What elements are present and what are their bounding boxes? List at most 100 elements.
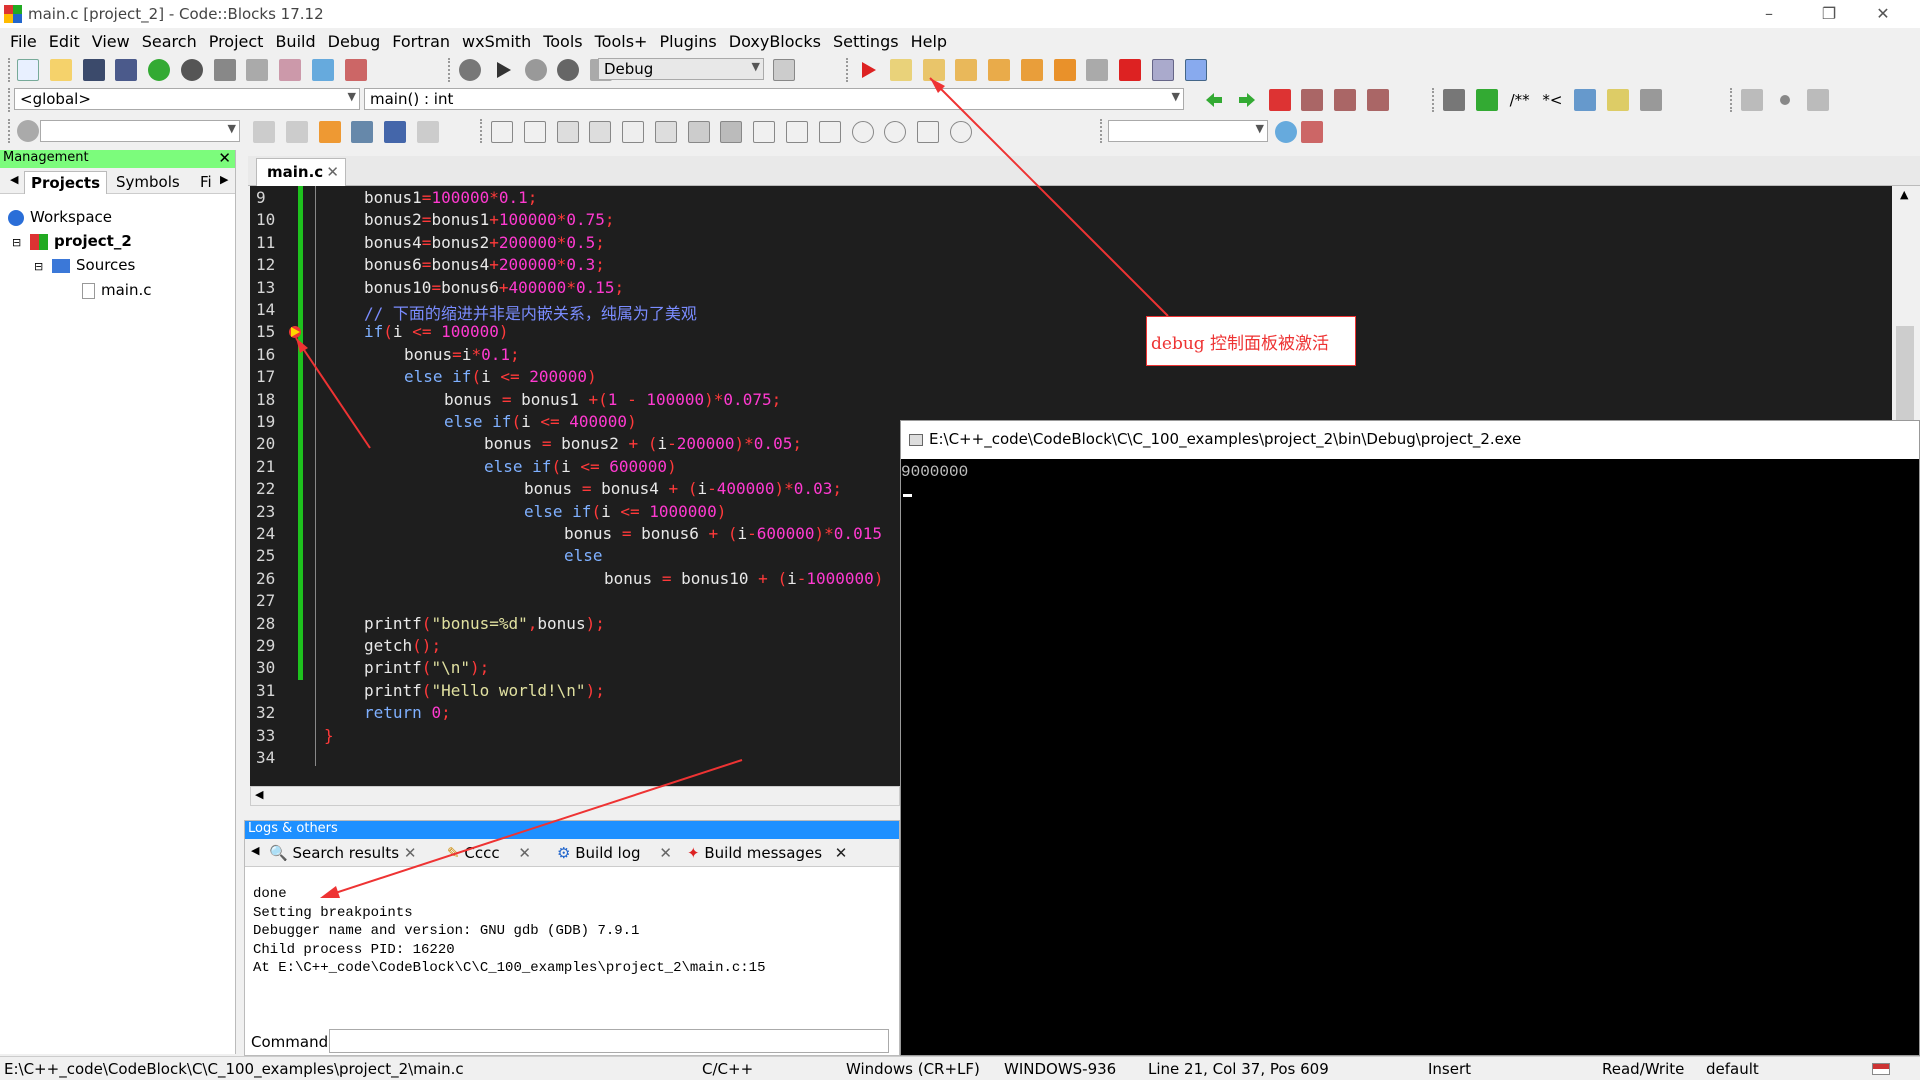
save-all-icon[interactable] <box>115 59 138 81</box>
back-icon[interactable] <box>1203 89 1225 111</box>
close-icon[interactable]: ✕ <box>835 844 848 862</box>
menu-project[interactable]: Project <box>203 28 270 54</box>
copy-icon[interactable] <box>246 59 269 81</box>
menu-view[interactable]: View <box>86 28 136 54</box>
code-line[interactable]: bonus = bonus6 + (i-600000)*0.015 <box>564 524 882 543</box>
menu-doxyblocks[interactable]: DoxyBlocks <box>723 28 827 54</box>
next-line-icon[interactable] <box>922 59 945 81</box>
tree-project[interactable]: ⊟ project_2 <box>12 230 132 252</box>
next-instruction-icon[interactable] <box>1020 59 1043 81</box>
toolbar-grip[interactable] <box>8 58 12 82</box>
line-number[interactable]: 19 <box>256 412 275 431</box>
toolbar-grip[interactable] <box>1100 119 1104 143</box>
debug-info-icon[interactable] <box>1184 59 1207 81</box>
incremental-search-input[interactable]: ▼ <box>40 120 240 142</box>
wx-s-icon[interactable] <box>917 121 940 143</box>
wx-align-bottom-icon[interactable] <box>687 121 710 143</box>
debug-windows-icon[interactable] <box>1152 59 1175 81</box>
editor-vscrollbar[interactable]: ▲ <box>1892 186 1920 426</box>
line-number[interactable]: 26 <box>256 569 275 588</box>
line-number[interactable]: 16 <box>256 345 275 364</box>
line-number[interactable]: 20 <box>256 434 275 453</box>
scroll-left-icon[interactable]: ◀ <box>255 788 263 801</box>
run-to-cursor-icon[interactable] <box>889 59 912 81</box>
forward-icon[interactable] <box>1236 89 1258 111</box>
undo-icon[interactable] <box>148 59 171 81</box>
clear-search-icon[interactable] <box>17 120 39 142</box>
code-line[interactable]: bonus2=bonus1+100000*0.75; <box>364 210 614 229</box>
wx-border-left-icon[interactable] <box>753 121 776 143</box>
menu-edit[interactable]: Edit <box>43 28 86 54</box>
line-number[interactable]: 12 <box>256 255 275 274</box>
jump-next-icon[interactable] <box>1806 89 1829 111</box>
toolbar-grip[interactable] <box>8 119 12 143</box>
zoom-out-icon[interactable] <box>884 121 907 143</box>
search-next-icon[interactable] <box>285 121 308 143</box>
line-number[interactable]: 31 <box>256 681 275 700</box>
tab-projects[interactable]: Projects <box>24 171 108 194</box>
pointer-icon[interactable] <box>491 121 513 143</box>
menu-tools[interactable]: Tools <box>537 28 588 54</box>
doxywizard-icon[interactable] <box>1443 89 1465 111</box>
line-number[interactable]: 33 <box>256 726 275 745</box>
line-number[interactable]: 23 <box>256 502 275 521</box>
doxy-prefs-icon[interactable] <box>1639 89 1662 111</box>
code-line[interactable]: printf("bonus=%d",bonus); <box>364 614 605 633</box>
toggle-bookmark-icon[interactable] <box>1268 89 1291 111</box>
function-select[interactable]: main() : int ▼ <box>364 88 1184 110</box>
tab-build-messages[interactable]: ✦ Build messages ✕ <box>683 843 851 865</box>
debug-continue-icon[interactable] <box>857 59 879 81</box>
stop-debugger-icon[interactable] <box>1119 59 1142 81</box>
code-line[interactable]: bonus10=bonus6+400000*0.15; <box>364 278 624 297</box>
line-number[interactable]: 15 <box>256 322 275 341</box>
restore-button[interactable]: ❐ <box>1806 2 1852 26</box>
close-window-button[interactable]: ✕ <box>1860 2 1906 26</box>
line-number[interactable]: 34 <box>256 748 275 767</box>
scope-select[interactable]: <global> ▼ <box>14 88 360 110</box>
new-file-icon[interactable] <box>17 59 39 81</box>
menu-tools-plus[interactable]: Tools+ <box>589 28 654 54</box>
pause-icon[interactable] <box>1086 59 1109 81</box>
breakpoint-cursor-icon[interactable] <box>288 324 302 343</box>
code-line[interactable]: else if(i <= 400000) <box>444 412 637 431</box>
line-number-gutter[interactable]: 9 10 11 12 13 14 15 16 17 18 19 20 21 22 23 24 25 26 27 28 2… <box>250 186 298 786</box>
toolbar-grip[interactable] <box>480 119 484 143</box>
jump-home-icon[interactable] <box>1774 89 1796 111</box>
save-icon[interactable] <box>82 59 105 81</box>
toolbar-grip[interactable] <box>1730 88 1734 112</box>
tab-scroll-left-icon[interactable]: ◀ <box>247 843 263 865</box>
code-line[interactable]: bonus1=100000*0.1; <box>364 188 537 207</box>
minimize-button[interactable]: – <box>1746 2 1792 26</box>
scroll-up-icon[interactable]: ▲ <box>1900 188 1908 201</box>
line-number[interactable]: 22 <box>256 479 275 498</box>
menu-fortran[interactable]: Fortran <box>386 28 456 54</box>
step-out-icon[interactable] <box>988 59 1011 81</box>
tab-search-results[interactable]: 🔍 Search results ✕ <box>265 843 420 865</box>
code-line[interactable]: if(i <= 100000) <box>364 322 509 341</box>
line-number[interactable]: 11 <box>256 233 275 252</box>
console-window[interactable]: E:\C++_code\CodeBlock\C\C_100_examples\p… <box>900 420 1920 1056</box>
menu-settings[interactable]: Settings <box>827 28 905 54</box>
code-line[interactable]: printf("Hello world!\n"); <box>364 681 605 700</box>
clear-bookmarks-icon[interactable] <box>1366 89 1389 111</box>
replace-icon[interactable] <box>344 59 367 81</box>
jump-back-icon[interactable] <box>1741 89 1763 111</box>
editor-hscrollbar[interactable]: ◀ <box>250 786 900 806</box>
code-line[interactable]: bonus=i*0.1; <box>404 345 520 364</box>
search-prev-icon[interactable] <box>253 121 275 143</box>
code-line[interactable]: return 0; <box>364 703 451 722</box>
regex-icon[interactable] <box>416 121 439 143</box>
editor-tab-main[interactable]: main.c ✕ <box>256 158 346 186</box>
wx-frame-icon[interactable] <box>523 121 546 143</box>
code-line[interactable]: getch(); <box>364 636 441 655</box>
refresh-icon[interactable] <box>949 121 972 143</box>
redo-icon[interactable] <box>180 59 203 81</box>
collapse-icon[interactable]: ⊟ <box>12 236 21 249</box>
line-number[interactable]: 25 <box>256 546 275 565</box>
highlight-icon[interactable] <box>318 121 341 143</box>
tab-scroll-right-icon[interactable]: ▶ <box>214 171 234 194</box>
toolbar-grip[interactable] <box>846 58 850 82</box>
toolbar-grip[interactable] <box>448 58 452 82</box>
rebuild-icon[interactable] <box>557 59 580 81</box>
line-number[interactable]: 29 <box>256 636 275 655</box>
